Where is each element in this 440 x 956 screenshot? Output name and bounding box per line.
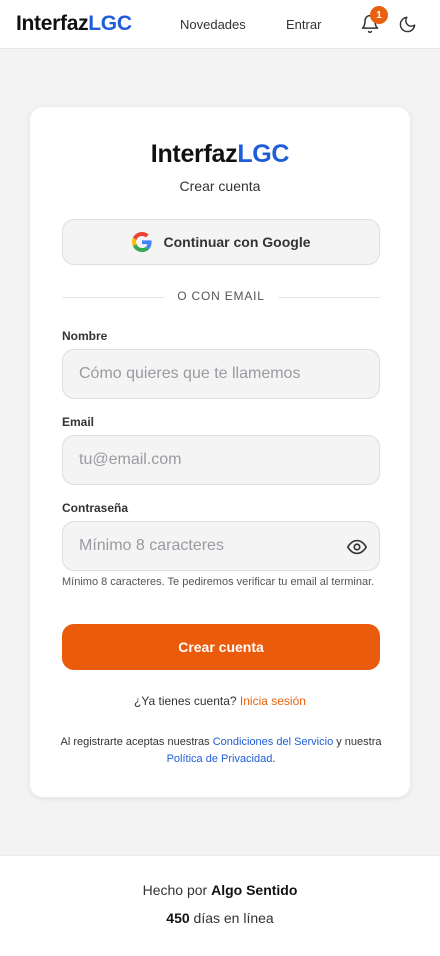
terms-text: Al registrarte aceptas nuestras Condicio…	[58, 734, 384, 768]
login-link[interactable]: Inicia sesión	[240, 694, 306, 708]
moon-icon[interactable]	[398, 15, 417, 34]
login-prompt: ¿Ya tienes cuenta? Inicia sesión	[30, 694, 410, 708]
footer-days-count: 450	[166, 910, 190, 926]
card-subtitle: Crear cuenta	[179, 178, 261, 194]
card-logo-part1: Interfaz	[150, 140, 238, 168]
email-label: Email	[62, 415, 95, 429]
password-input[interactable]	[62, 521, 380, 571]
header-logo-part1: Interfaz	[16, 12, 89, 35]
divider-or-email: O CON EMAIL	[62, 289, 380, 305]
terms-end: .	[272, 753, 276, 765]
email-input[interactable]	[62, 435, 380, 485]
notification-badge: 1	[370, 6, 388, 24]
create-account-button[interactable]: Crear cuenta	[62, 624, 380, 670]
name-input[interactable]	[62, 349, 380, 399]
password-hint: Mínimo 8 caracteres. Te pediremos verifi…	[62, 576, 375, 588]
privacy-policy-link[interactable]: Política de Privacidad	[167, 753, 273, 765]
card-logo-part2: LGC	[237, 140, 290, 168]
card-logo: InterfazLGC	[30, 140, 410, 169]
nav-link-novedades[interactable]: Novedades	[180, 17, 246, 32]
footer-made-by-prefix: Hecho por	[142, 882, 208, 898]
google-signin-button[interactable]: Continuar con Google	[62, 219, 380, 265]
page-footer: Hecho por Algo Sentido 450 días en línea	[0, 855, 440, 956]
signup-card: InterfazLGC Crear cuenta Continuar con G…	[29, 106, 411, 798]
eye-icon[interactable]	[346, 536, 368, 558]
divider-line-right	[278, 297, 380, 298]
terms-prefix: Al registrarte aceptas nuestras	[60, 736, 210, 748]
footer-made-by: Hecho por Algo Sentido	[0, 882, 440, 898]
header-logo-part2: LGC	[88, 12, 132, 35]
password-label: Contraseña	[62, 501, 129, 515]
name-label: Nombre	[62, 329, 108, 343]
terms-and: y nuestra	[336, 736, 382, 748]
google-icon	[131, 232, 152, 252]
top-nav-bar: InterfazLGC Novedades Entrar 1	[0, 0, 440, 49]
footer-days-suffix: días en línea	[193, 910, 274, 926]
google-button-label: Continuar con Google	[163, 234, 311, 250]
have-account-text: ¿Ya tienes cuenta?	[134, 694, 237, 708]
header-logo[interactable]: InterfazLGC	[16, 12, 132, 36]
nav-link-entrar[interactable]: Entrar	[286, 17, 321, 32]
divider-text: O CON EMAIL	[177, 289, 265, 303]
footer-made-by-name[interactable]: Algo Sentido	[211, 882, 297, 898]
footer-days-online: 450 días en línea	[0, 910, 440, 926]
terms-of-service-link[interactable]: Condiciones del Servicio	[213, 736, 333, 748]
